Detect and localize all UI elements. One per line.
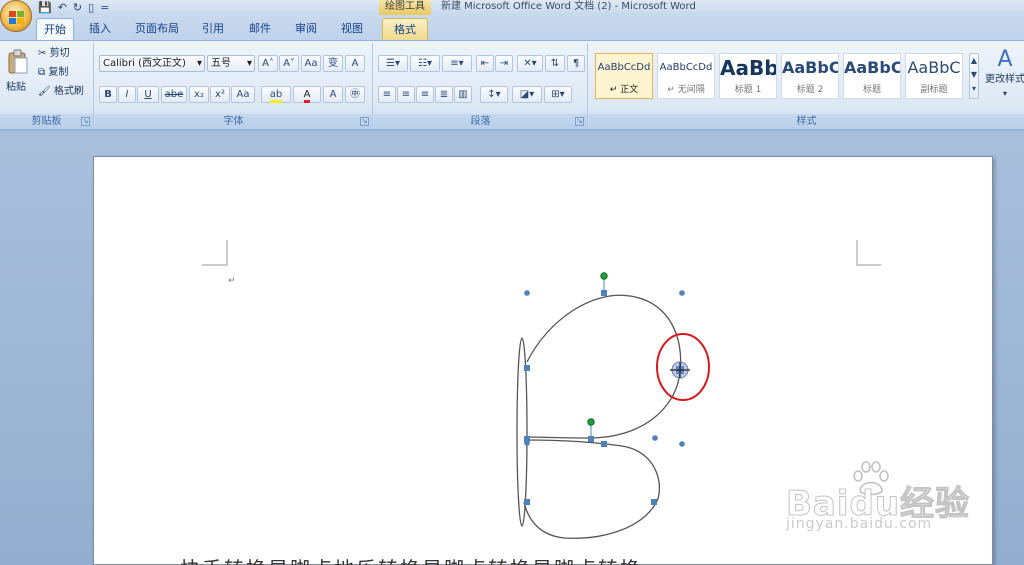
office-logo-icon [9,11,24,24]
rotate-handle-lower[interactable] [587,418,595,426]
office-button[interactable] [0,0,32,32]
vertex-handle[interactable] [588,436,594,442]
watermark-url: jingyan.baidu.com [786,516,933,532]
vertex-handle[interactable] [601,441,607,447]
rotate-handle-top[interactable] [600,272,608,280]
vertex-handle[interactable] [651,499,657,505]
resize-handle[interactable] [652,435,658,441]
vertex-handle[interactable] [524,499,530,505]
baidu-jingyan-watermark: Baidu经验 jingyan.baidu.com [785,461,986,546]
resize-handle[interactable] [679,441,685,447]
vertex-handle[interactable] [524,365,530,371]
resize-handle[interactable] [679,290,685,296]
resize-handle[interactable] [524,290,530,296]
resize-handle[interactable] [524,440,530,446]
document-body-text: 快手转换星脚点地乐转换星脚点转换星脚点转换 [180,553,642,565]
vertex-handle[interactable] [601,290,607,296]
freeform-lower-lobe-shape[interactable] [523,439,661,539]
